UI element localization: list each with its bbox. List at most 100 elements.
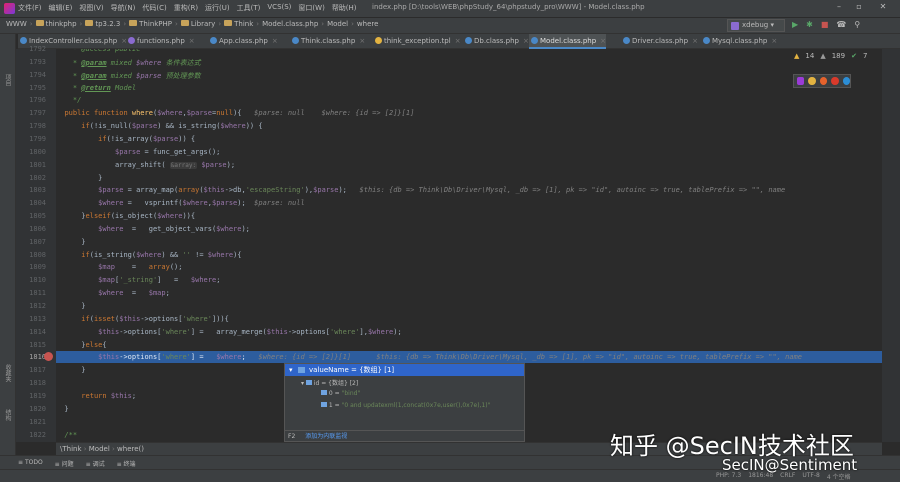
code-line: */ <box>72 96 82 105</box>
tool-window-debug[interactable]: ≡ 调试 <box>86 459 105 468</box>
maximize-icon[interactable]: ▫ <box>852 2 866 14</box>
line-number-gutter: 1792 1793 1794 1795 1796 1797 1798 1799 1800 1801… <box>16 45 56 442</box>
line-number: 1799 <box>29 134 46 143</box>
breadcrumb-item[interactable]: Model <box>327 20 348 28</box>
project-tool-label[interactable]: 项目 <box>3 74 12 86</box>
search-icon[interactable]: ⚲ <box>854 20 860 29</box>
menu-item[interactable]: 编辑(E) <box>49 3 73 13</box>
tab-functions-php[interactable]: functions.php × <box>126 34 195 49</box>
breakpoint-icon[interactable] <box>44 352 53 361</box>
popup-root-row[interactable]: ▾ valueName = {数组} [1] <box>285 364 524 376</box>
tab-close-icon[interactable]: × <box>359 37 365 45</box>
breadcrumb-separator-icon: › <box>109 445 118 453</box>
menu-item[interactable]: 重构(R) <box>174 3 198 13</box>
tree-row-item[interactable]: 1 = "0 and updatexml(1,concat(0x7e,user(… <box>321 402 490 409</box>
tab-close-icon[interactable]: × <box>523 37 529 45</box>
code-line: $this->options['where'] = $where; $where… <box>98 353 803 362</box>
menu-item[interactable]: 代码(C) <box>142 3 166 13</box>
run-config-select[interactable]: xdebug ▾ <box>727 19 785 32</box>
phpstorm-browser-icon[interactable] <box>797 77 805 85</box>
line-number: 1819 <box>29 391 46 400</box>
breadcrumb-item[interactable]: thinkphp <box>35 20 77 28</box>
tool-window-terminal[interactable]: ≡ 终端 <box>117 459 136 468</box>
popup-footer: F2 添加为内联监视 <box>285 430 524 442</box>
typo-icon: ✔ <box>851 52 857 60</box>
collapse-arrow-icon[interactable]: ▾ <box>289 364 293 376</box>
breadcrumb-label: thinkphp <box>45 20 77 28</box>
breadcrumb-label: Library <box>190 20 216 28</box>
tab-driver-class-php[interactable]: Driver.class.php × <box>621 34 698 49</box>
breadcrumb-item[interactable]: ThinkPHP <box>129 20 172 28</box>
line-number: 1817 <box>29 366 46 375</box>
line-number: 1800 <box>29 147 46 156</box>
breadcrumb-item[interactable]: tp3.2.3 <box>85 20 120 28</box>
php-file-icon <box>623 37 630 44</box>
tree-row-item[interactable]: 0 = "bind" <box>321 390 360 397</box>
breadcrumb-item[interactable]: WWW <box>6 20 27 28</box>
tab-close-icon[interactable]: × <box>600 37 606 45</box>
tab-label: Driver.class.php <box>632 37 689 45</box>
menu-item[interactable]: 帮助(H) <box>332 3 357 13</box>
tab-close-icon[interactable]: × <box>771 37 777 45</box>
minimize-icon[interactable]: – <box>832 2 846 14</box>
tab-close-icon[interactable]: × <box>692 37 698 45</box>
tab-db-class-php[interactable]: Db.class.php × <box>463 34 529 49</box>
run-icon[interactable]: ▶ <box>792 20 798 29</box>
breadcrumb-label: WWW <box>6 20 27 28</box>
tab-close-icon[interactable]: × <box>272 37 278 45</box>
tool-window-label: 问题 <box>61 461 74 468</box>
tab-close-icon[interactable]: × <box>189 37 195 45</box>
add-inline-watch-link[interactable]: 添加为内联监视 <box>305 433 347 440</box>
tab-think-class-php[interactable]: Think.class.php × <box>290 34 365 49</box>
structure-tool-label[interactable]: 结构 <box>3 409 12 421</box>
code-line: } <box>56 404 69 413</box>
menu-item[interactable]: 导航(N) <box>111 3 136 13</box>
line-number: 1796 <box>29 96 46 105</box>
tab-model-class-php[interactable]: Model.class.php × <box>529 34 607 49</box>
breadcrumb-item[interactable]: where <box>357 20 379 28</box>
line-number: 1802 <box>29 173 46 182</box>
tree-row-id[interactable]: ▾ id = {数组} [2] <box>301 378 358 387</box>
problems-icon: ≡ <box>54 461 62 468</box>
favorites-tool-label[interactable]: 收藏夹 <box>3 364 12 382</box>
menu-item[interactable]: VCS(S) <box>267 3 291 13</box>
code-breadcrumb-item[interactable]: Model <box>89 445 110 453</box>
close-icon[interactable]: ✕ <box>876 2 890 14</box>
inspection-widget[interactable]: ▲ 14 ▲ 189 ✔ 7 <box>794 52 867 60</box>
menu-item[interactable]: 运行(U) <box>205 3 230 13</box>
debug-icon[interactable]: ✱ <box>806 20 813 29</box>
line-number: 1810 <box>29 276 46 285</box>
tab-mysql-class-php[interactable]: Mysql.class.php × <box>701 34 777 49</box>
tool-window-todo[interactable]: ≡ TODO <box>18 459 43 468</box>
tab-app-class-php[interactable]: App.class.php × <box>208 34 278 49</box>
line-number: 1807 <box>29 237 46 246</box>
firefox-icon[interactable] <box>819 77 828 85</box>
breadcrumb-label: ThinkPHP <box>139 20 173 28</box>
code-line: array_shift( &array: $parse); <box>56 160 236 169</box>
breadcrumb-item[interactable]: Model.class.php <box>262 20 318 28</box>
breadcrumb-item[interactable]: Library <box>180 20 216 28</box>
edge-icon[interactable] <box>842 77 851 85</box>
line-number: 1814 <box>29 327 46 336</box>
tool-window-problems[interactable]: ≡ 问题 <box>55 459 74 468</box>
line-number: 1794 <box>29 70 46 79</box>
code-breadcrumb-item[interactable]: where() <box>117 445 144 453</box>
menu-item[interactable]: 窗口(W) <box>298 3 324 13</box>
listen-icon[interactable]: ☎ <box>836 20 846 29</box>
menu-item[interactable]: 视图(V) <box>79 3 103 13</box>
tab-think-exception-tpl[interactable]: think_exception.tpl × <box>373 34 461 49</box>
php-file-icon <box>20 37 27 44</box>
tab-close-icon[interactable]: × <box>455 37 461 45</box>
stop-icon[interactable]: ■ <box>821 20 829 29</box>
terminal-icon: ≡ <box>116 461 124 468</box>
code-breadcrumb-item[interactable]: \Think <box>60 445 82 453</box>
code-line: $where = vsprintf($where,$parse); $parse… <box>98 199 305 208</box>
menu-item[interactable]: 工具(T) <box>237 3 261 13</box>
menu-item[interactable]: 文件(F) <box>18 3 42 13</box>
opera-icon[interactable] <box>831 77 839 85</box>
breadcrumb-item[interactable]: Think <box>224 20 253 28</box>
code-line: * @access public <box>72 49 141 53</box>
phpstorm-logo-icon <box>4 3 15 14</box>
chrome-icon[interactable] <box>808 77 816 85</box>
debug-value-popup[interactable]: ▾ valueName = {数组} [1] ▾ id = {数组} [2] 0 … <box>284 363 525 442</box>
